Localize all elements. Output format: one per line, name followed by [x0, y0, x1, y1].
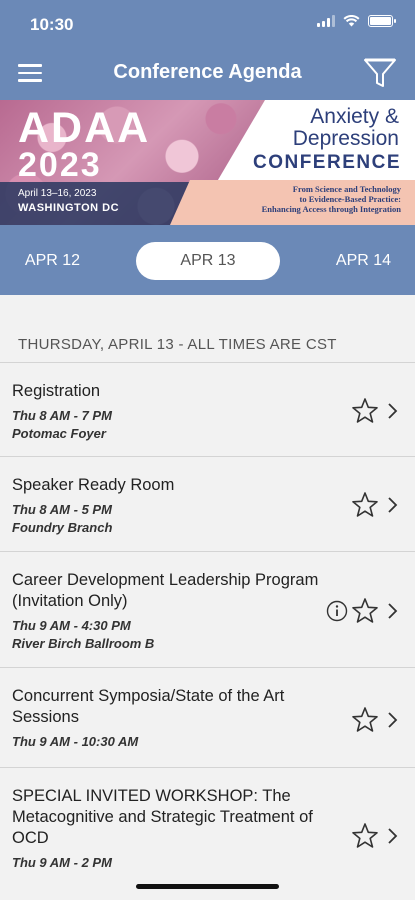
session-title: Speaker Ready Room	[12, 476, 175, 494]
session-time: Thu 9 AM - 2 PM	[12, 855, 112, 870]
session-row[interactable]: Registration Thu 8 AM - 7 PM Potomac Foy…	[0, 362, 415, 456]
session-row[interactable]: SPECIAL INVITED WORKSHOP: The Metacognit…	[0, 767, 415, 887]
session-title: Career Development Leadership Program (I…	[12, 571, 319, 610]
date-tab-apr-14[interactable]: APR 14	[316, 242, 411, 280]
banner-org-name: ADAA	[18, 104, 151, 152]
chevron-right-icon	[388, 497, 398, 513]
banner-dates: April 13–16, 2023	[18, 188, 97, 199]
cellular-signal-icon	[317, 15, 335, 27]
session-row[interactable]: Concurrent Symposia/State of the Art Ses…	[0, 667, 415, 767]
status-icons	[317, 15, 396, 27]
session-title: Concurrent Symposia/State of the Art Ses…	[12, 687, 285, 726]
banner-conference-title: Anxiety & Depression	[293, 106, 399, 150]
session-time: Thu 9 AM - 4:30 PM	[12, 618, 131, 633]
status-bar: 10:30	[0, 0, 415, 46]
chevron-right-icon	[388, 603, 398, 619]
top-bar: 10:30 Conference Agenda	[0, 0, 415, 100]
banner-tagline-2: to Evidence-Based Practice:	[299, 194, 402, 204]
date-tab-apr-12[interactable]: APR 12	[5, 242, 100, 280]
star-icon[interactable]	[351, 397, 379, 425]
banner-title-line2: Depression	[292, 127, 399, 150]
day-header: THURSDAY, APRIL 13 - ALL TIMES ARE CST	[18, 336, 337, 353]
banner-year: 2023	[18, 146, 102, 184]
banner-city: WASHINGTON DC	[18, 202, 120, 214]
funnel-icon[interactable]	[363, 56, 397, 90]
star-icon[interactable]	[351, 491, 379, 519]
chevron-right-icon	[388, 828, 398, 844]
home-indicator[interactable]	[136, 884, 279, 889]
session-title: Registration	[12, 382, 101, 400]
info-icon[interactable]	[326, 600, 348, 622]
conference-banner: ADAA 2023 April 13–16, 2023 WASHINGTON D…	[0, 100, 415, 225]
session-time: Thu 9 AM - 10:30 AM	[12, 734, 139, 749]
session-location: Potomac Foyer	[12, 426, 106, 441]
page-title: Conference Agenda	[113, 61, 302, 83]
star-icon[interactable]	[351, 706, 379, 734]
date-selector: APR 12 APR 13 APR 14	[0, 225, 415, 295]
session-row[interactable]: Career Development Leadership Program (I…	[0, 551, 415, 667]
banner-tagline: From Science and Technology to Evidence-…	[201, 184, 401, 214]
star-icon[interactable]	[351, 597, 379, 625]
status-time: 10:30	[30, 15, 74, 34]
session-location: River Birch Ballroom B	[12, 636, 155, 651]
date-tab-apr-13[interactable]: APR 13	[136, 242, 280, 280]
session-title: SPECIAL INVITED WORKSHOP: The Metacognit…	[12, 787, 313, 847]
session-time: Thu 8 AM - 7 PM	[12, 408, 112, 423]
banner-conference-word: CONFERENCE	[252, 152, 401, 173]
star-icon[interactable]	[351, 822, 379, 850]
banner-tagline-3: Enhancing Access through Integration	[261, 204, 401, 214]
session-list: Registration Thu 8 AM - 7 PM Potomac Foy…	[0, 362, 415, 887]
banner-tagline-1: From Science and Technology	[292, 184, 401, 194]
chevron-right-icon	[388, 712, 398, 728]
chevron-right-icon	[388, 403, 398, 419]
battery-icon	[368, 15, 396, 27]
app-header: Conference Agenda	[0, 50, 415, 96]
wifi-icon	[343, 15, 360, 27]
banner-title-line1: Anxiety &	[310, 105, 399, 128]
session-time: Thu 8 AM - 5 PM	[12, 502, 112, 517]
session-row[interactable]: Speaker Ready Room Thu 8 AM - 5 PM Found…	[0, 456, 415, 551]
session-location: Foundry Branch	[12, 520, 113, 535]
